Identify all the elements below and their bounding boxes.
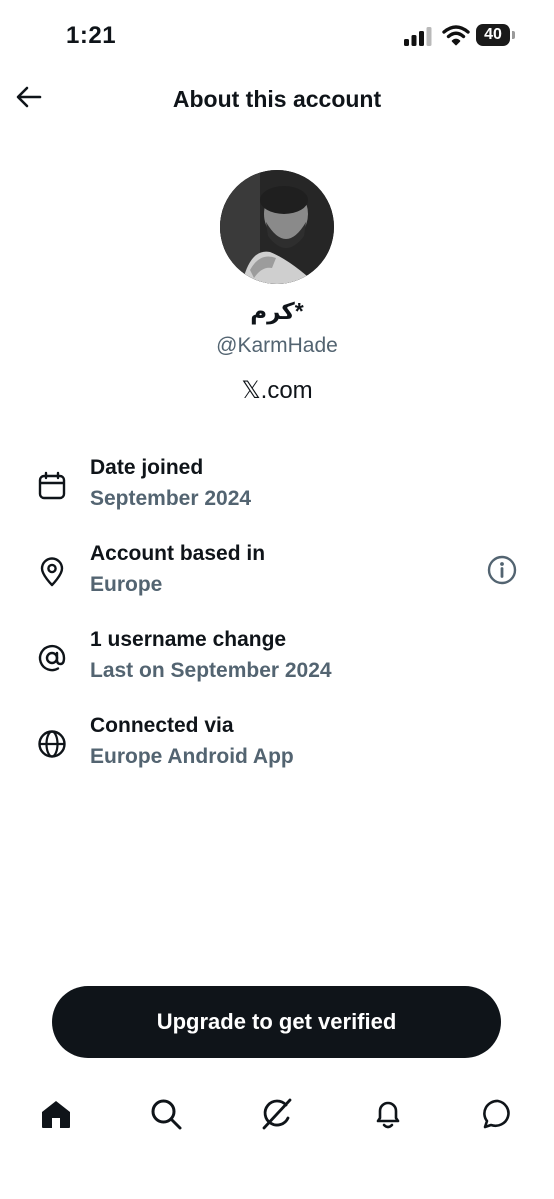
info-row-connected-via: Connected via Europe Android App <box>0 714 554 794</box>
display-name: كرم* <box>250 298 304 324</box>
header: About this account <box>0 72 554 128</box>
search-icon[interactable] <box>148 1096 184 1132</box>
bell-icon[interactable] <box>370 1096 406 1132</box>
battery-nub <box>512 31 515 39</box>
wifi-icon <box>442 25 470 46</box>
info-title: Date joined <box>90 456 204 479</box>
info-row-username-change: 1 username change Last on September 2024 <box>0 628 554 708</box>
battery-level: 40 <box>476 24 510 46</box>
info-circle-icon[interactable] <box>486 554 518 586</box>
at-sign-icon <box>38 644 66 672</box>
info-value: Last on September 2024 <box>90 659 332 682</box>
info-title: 1 username change <box>90 628 287 651</box>
home-icon[interactable] <box>38 1096 74 1132</box>
messages-icon[interactable] <box>480 1096 516 1132</box>
avatar-photo <box>220 170 334 284</box>
bottom-tab-bar <box>0 1084 554 1148</box>
info-title: Account based in <box>90 542 266 565</box>
info-value: Europe <box>90 573 163 596</box>
location-pin-icon <box>40 557 64 587</box>
website-link[interactable]: 𝕏.com <box>0 376 554 405</box>
info-value: September 2024 <box>90 487 252 510</box>
upgrade-verified-button[interactable]: Upgrade to get verified <box>52 986 501 1058</box>
info-row-date-joined: Date joined September 2024 <box>0 456 554 536</box>
info-title: Connected via <box>90 714 234 737</box>
status-time: 1:21 <box>66 22 117 49</box>
battery-indicator: 40 <box>476 24 516 48</box>
info-value: Europe Android App <box>90 745 294 768</box>
info-row-account-based-in: Account based in Europe <box>0 542 554 622</box>
avatar <box>220 170 334 284</box>
calendar-icon <box>38 471 66 500</box>
grok-icon[interactable] <box>259 1096 295 1132</box>
username-handle: @KarmHade <box>216 334 338 357</box>
globe-icon <box>38 730 66 758</box>
page-title: About this account <box>172 86 382 112</box>
cellular-signal-icon <box>404 27 432 46</box>
status-bar: 1:21 40 <box>0 0 554 70</box>
